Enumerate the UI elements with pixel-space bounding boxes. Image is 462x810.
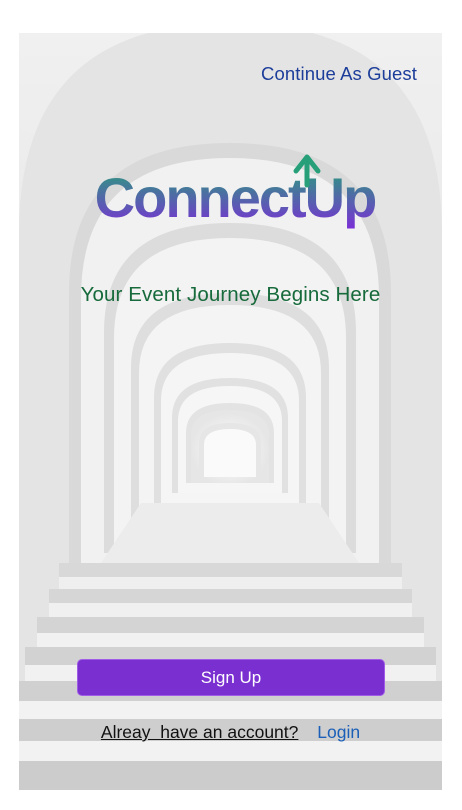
logo-wordmark: ConnectUp (95, 166, 376, 229)
sign-up-button[interactable]: Sign Up (77, 659, 385, 696)
app-screen: Continue As Guest ConnectUp Your Event J… (19, 33, 442, 790)
connectup-logo: ConnectUp (95, 154, 377, 229)
account-question-text: Alreay have an account? (100, 722, 299, 742)
login-prompt-row: Alreay have an account? Login (19, 722, 442, 743)
login-link[interactable]: Login (317, 722, 360, 742)
continue-as-guest-link[interactable]: Continue As Guest (261, 63, 417, 85)
hero-tagline: Your Event Journey Begins Here (80, 283, 381, 306)
